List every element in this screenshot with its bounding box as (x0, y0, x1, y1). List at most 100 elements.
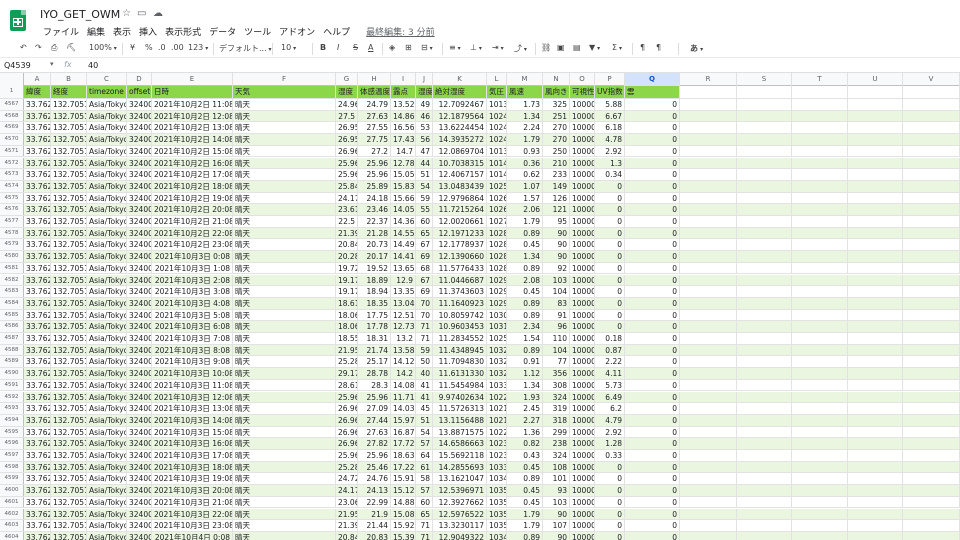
data-cell[interactable]: 2021年10月3日 1:08 (152, 262, 233, 274)
data-cell[interactable]: 20.84 (336, 531, 358, 540)
data-cell[interactable]: 13.2 (391, 333, 416, 344)
data-cell[interactable]: 33.762 (24, 145, 51, 157)
data-cell[interactable] (680, 286, 737, 297)
data-cell[interactable] (792, 333, 848, 344)
data-cell[interactable]: 2021年10月3日 22:08 (152, 508, 233, 520)
header-cell[interactable]: 気圧 (487, 86, 507, 98)
data-cell[interactable]: 0 (625, 473, 680, 485)
data-cell[interactable]: 60 (416, 216, 433, 227)
data-cell[interactable]: 32400 (127, 426, 152, 438)
insert-comment-icon[interactable]: ▣ (557, 43, 565, 52)
data-cell[interactable]: 25.96 (336, 391, 358, 403)
data-cell[interactable]: 2021年10月2日 20:08 (152, 204, 233, 215)
data-cell[interactable] (792, 157, 848, 169)
data-cell[interactable] (680, 297, 737, 309)
data-cell[interactable] (848, 180, 903, 192)
data-cell[interactable]: 13.1621047 (433, 473, 487, 485)
data-cell[interactable]: 47 (416, 145, 433, 157)
data-cell[interactable]: 32400 (127, 356, 152, 368)
data-cell[interactable]: 27.63 (358, 110, 391, 122)
data-cell[interactable] (737, 286, 792, 297)
data-cell[interactable]: 1.12 (507, 368, 543, 379)
data-cell[interactable]: 2021年10月3日 8:08 (152, 344, 233, 356)
data-cell[interactable]: 0.33 (595, 450, 625, 461)
data-cell[interactable] (792, 216, 848, 227)
data-cell[interactable]: 0 (625, 145, 680, 157)
data-cell[interactable]: 1035 (487, 520, 507, 531)
data-cell[interactable]: 1.73 (507, 99, 543, 110)
data-cell[interactable] (737, 520, 792, 531)
data-cell[interactable] (792, 297, 848, 309)
data-cell[interactable]: 21.95 (336, 508, 358, 520)
data-cell[interactable]: Asia/Tokyo (87, 134, 127, 145)
data-cell[interactable]: 132.7051 (51, 99, 87, 110)
sheets-logo-icon[interactable] (10, 10, 26, 31)
data-cell[interactable]: 18.35 (358, 297, 391, 309)
data-cell[interactable]: 2021年10月3日 17:08 (152, 450, 233, 461)
data-cell[interactable]: 0.36 (507, 157, 543, 169)
data-cell[interactable] (680, 356, 737, 368)
data-cell[interactable]: 1014 (487, 169, 507, 180)
row-number[interactable]: 4591 (0, 379, 24, 391)
data-cell[interactable]: 15.92 (391, 520, 416, 531)
data-cell[interactable]: 33.762 (24, 508, 51, 520)
data-cell[interactable]: 10000 (570, 286, 595, 297)
last-edit-link[interactable]: 最終編集: 3 分前 (362, 25, 438, 39)
data-cell[interactable]: Asia/Tokyo (87, 239, 127, 251)
data-cell[interactable] (737, 239, 792, 251)
data-cell[interactable]: 55 (416, 204, 433, 215)
italic-button[interactable]: I (337, 43, 339, 52)
data-cell[interactable] (792, 438, 848, 449)
data-cell[interactable]: 51 (416, 414, 433, 426)
data-cell[interactable]: 13.6224454 (433, 122, 487, 134)
data-cell[interactable]: 132.7051 (51, 262, 87, 274)
data-cell[interactable]: 32400 (127, 251, 152, 262)
data-cell[interactable] (680, 204, 737, 215)
data-cell[interactable]: 132.7051 (51, 286, 87, 297)
data-cell[interactable] (848, 204, 903, 215)
row-number[interactable]: 4588 (0, 344, 24, 356)
column-header-i[interactable]: I (391, 73, 416, 86)
data-cell[interactable]: 33.762 (24, 403, 51, 414)
data-cell[interactable]: 0 (625, 356, 680, 368)
data-cell[interactable]: 15.39 (391, 531, 416, 540)
data-cell[interactable]: 14.3935272 (433, 134, 487, 145)
data-cell[interactable]: 晴天 (233, 227, 336, 239)
data-cell[interactable]: Asia/Tokyo (87, 274, 127, 286)
data-cell[interactable]: 11.1640923 (433, 297, 487, 309)
column-header-r[interactable]: R (680, 73, 737, 86)
data-cell[interactable]: 132.7051 (51, 216, 87, 227)
data-cell[interactable] (680, 180, 737, 192)
data-cell[interactable]: 68 (416, 262, 433, 274)
data-cell[interactable]: 57 (416, 438, 433, 449)
data-cell[interactable] (737, 274, 792, 286)
data-cell[interactable]: 67 (416, 239, 433, 251)
data-cell[interactable]: 晴天 (233, 508, 336, 520)
data-cell[interactable] (903, 309, 960, 321)
row-number[interactable]: 4599 (0, 473, 24, 485)
data-cell[interactable] (903, 485, 960, 496)
data-cell[interactable]: 0 (625, 227, 680, 239)
column-header-l[interactable]: L (487, 73, 507, 86)
borders-icon[interactable]: ⊞ (405, 43, 412, 52)
data-cell[interactable]: 1023 (487, 438, 507, 449)
data-cell[interactable]: 11.5776433 (433, 262, 487, 274)
data-cell[interactable]: 12.1971233 (433, 227, 487, 239)
data-cell[interactable] (903, 122, 960, 134)
data-cell[interactable] (903, 110, 960, 122)
data-cell[interactable]: 32400 (127, 99, 152, 110)
data-cell[interactable]: 11.71 (391, 391, 416, 403)
data-cell[interactable]: 2021年10月3日 2:08 (152, 274, 233, 286)
data-cell[interactable]: 12.78 (391, 157, 416, 169)
data-cell[interactable] (737, 461, 792, 473)
data-cell[interactable]: 91 (543, 309, 570, 321)
data-cell[interactable]: 32400 (127, 309, 152, 321)
data-cell[interactable]: 126 (543, 192, 570, 204)
data-cell[interactable]: 0 (595, 531, 625, 540)
data-cell[interactable]: 13.1156488 (433, 414, 487, 426)
data-cell[interactable]: 33.762 (24, 239, 51, 251)
data-cell[interactable]: 15.12 (391, 485, 416, 496)
data-cell[interactable]: 晴天 (233, 110, 336, 122)
data-cell[interactable] (903, 414, 960, 426)
data-cell[interactable]: 33.762 (24, 344, 51, 356)
